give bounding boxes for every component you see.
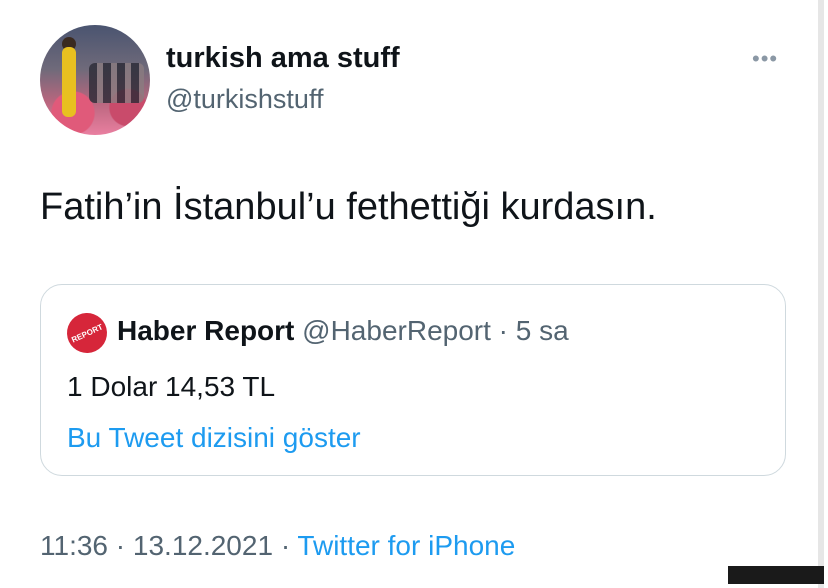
quoted-separator: · <box>498 315 508 346</box>
tweet-date[interactable]: 13.12.2021 <box>133 530 273 561</box>
meta-separator: · <box>115 530 126 561</box>
quoted-tweet-card[interactable]: REPORT Haber Report @HaberReport · 5 sa … <box>40 284 786 476</box>
author-display-name[interactable]: turkish ama stuff <box>166 42 400 75</box>
quoted-tweet-text: 1 Dolar 14,53 TL <box>67 371 276 402</box>
show-thread-link[interactable]: Bu Tweet dizisini göster <box>67 422 361 454</box>
avatar-person <box>62 47 76 117</box>
watermark-logo <box>728 566 824 584</box>
avatar-crowd <box>89 63 144 103</box>
tweet-source-link[interactable]: Twitter for iPhone <box>297 530 515 561</box>
author-avatar[interactable] <box>40 25 150 135</box>
scrollbar[interactable] <box>818 0 824 588</box>
tweet-text: Fatih’in İstanbul’u fethettiği kurdasın. <box>40 186 657 228</box>
quoted-tweet-header: Haber Report @HaberReport · 5 sa <box>117 315 569 347</box>
quoted-timestamp[interactable]: 5 sa <box>516 315 569 346</box>
tweet-metadata: 11:36 · 13.12.2021 · Twitter for iPhone <box>40 530 515 562</box>
more-horizontal-icon[interactable]: ••• <box>752 46 778 72</box>
meta-separator: · <box>280 530 291 561</box>
quoted-author-name[interactable]: Haber Report <box>117 315 294 346</box>
quoted-author-handle[interactable]: @HaberReport <box>302 315 491 346</box>
author-handle[interactable]: @turkishstuff <box>166 84 323 115</box>
quoted-author-logo[interactable]: REPORT <box>60 306 114 360</box>
tweet-time[interactable]: 11:36 <box>40 530 108 561</box>
